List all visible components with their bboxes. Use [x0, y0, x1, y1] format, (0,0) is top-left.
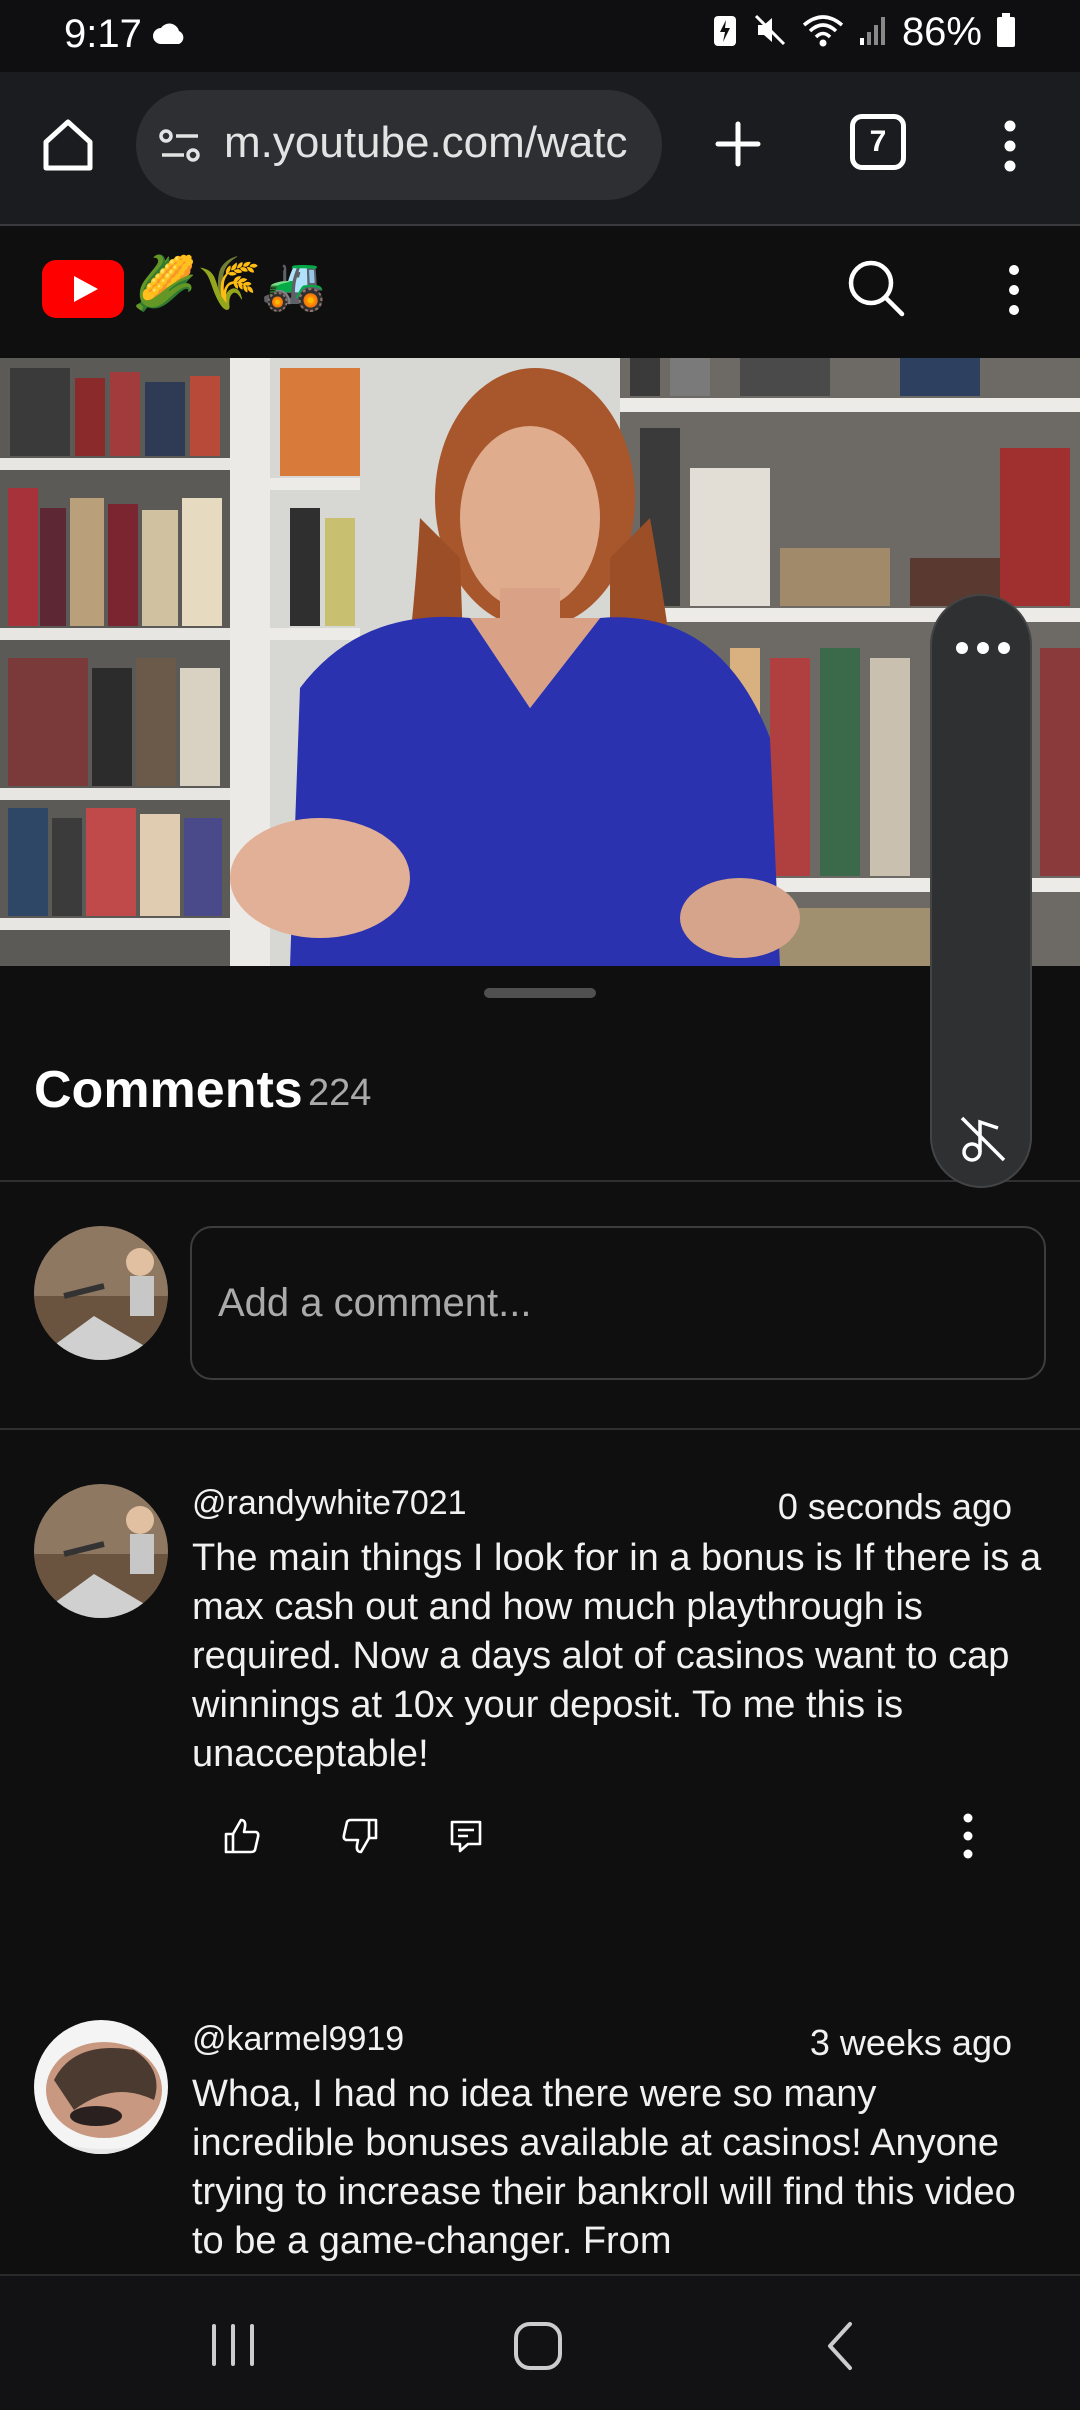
floating-controls-panel[interactable] [930, 594, 1032, 1188]
address-bar[interactable]: m.youtube.com/watc [136, 90, 662, 200]
avatar [34, 1226, 168, 1360]
divider [0, 1180, 1080, 1182]
browser-menu-button[interactable] [990, 118, 1030, 174]
plus-icon [715, 121, 761, 167]
channel-emoji-banner: 🌽🌾🚜 [132, 255, 327, 313]
home-nav-button[interactable] [510, 2320, 566, 2377]
thumbs-down-icon [342, 1818, 378, 1854]
url-text: m.youtube.com/watc [224, 118, 628, 167]
more-vert-icon [963, 1813, 973, 1859]
comments-title: Comments [34, 1061, 303, 1119]
home-icon [43, 119, 93, 171]
tab-switcher-button[interactable]: 7 [850, 114, 906, 170]
site-settings-icon[interactable] [158, 128, 202, 169]
youtube-menu-button[interactable] [1000, 262, 1028, 318]
wifi-icon [802, 13, 844, 52]
comment-actions [192, 1806, 1032, 1866]
signal-icon [858, 14, 888, 51]
music-off-icon[interactable] [958, 1114, 1008, 1169]
reply-icon [450, 1820, 482, 1853]
new-tab-button[interactable] [706, 112, 770, 176]
home-button[interactable] [36, 112, 100, 176]
comments-sheet: Comments 224 @randywhite7021 0 seconds a… [0, 966, 1080, 2274]
comment-text: The main things I look for in a bonus is… [192, 1537, 1042, 1775]
comment-time: 0 seconds ago [777, 1486, 1012, 1527]
more-horiz-icon[interactable] [954, 638, 1012, 663]
comment-item: @randywhite7021 0 seconds ago The main t… [0, 1484, 1080, 1884]
home-nav-icon [514, 2322, 562, 2370]
back-icon [828, 2322, 852, 2370]
comment-item: @karmel9919 3 weeks ago Whoa, I had no i… [0, 2020, 1080, 2280]
youtube-header: 🌽🌾🚜 [0, 226, 1080, 358]
status-icons: 86% [712, 10, 1016, 55]
comments-count: 224 [308, 1072, 372, 1114]
comment-time: 3 weeks ago [809, 2022, 1012, 2063]
avatar[interactable] [34, 1484, 168, 1618]
battery-saver-icon [712, 12, 738, 53]
search-icon [848, 260, 905, 317]
like-button[interactable] [212, 1806, 272, 1866]
mute-icon [752, 12, 788, 53]
comment-author[interactable]: @karmel9919 [192, 2020, 404, 2059]
back-button[interactable] [820, 2320, 860, 2377]
recent-apps-button[interactable] [206, 2320, 260, 2375]
avatar[interactable] [34, 2020, 168, 2154]
dislike-button[interactable] [330, 1806, 390, 1866]
comment-text: Whoa, I had no idea there were so many i… [192, 2073, 1016, 2262]
video-player[interactable] [0, 358, 1080, 966]
more-vert-icon [1004, 120, 1016, 172]
clock: 9:17 [64, 12, 142, 56]
tab-count: 7 [869, 125, 887, 158]
battery-icon [996, 12, 1016, 53]
browser-toolbar: m.youtube.com/watc 7 [0, 72, 1080, 226]
cloud-icon [152, 22, 188, 51]
youtube-logo[interactable] [42, 260, 124, 323]
video-frame [0, 358, 1080, 966]
divider [0, 1428, 1080, 1430]
more-vert-icon [1009, 265, 1019, 315]
comment-input[interactable] [190, 1226, 1046, 1380]
comment-menu-button[interactable] [938, 1806, 998, 1866]
battery-percent: 86% [901, 10, 982, 54]
reply-button[interactable] [436, 1806, 496, 1866]
recent-apps-icon [212, 2324, 254, 2366]
search-button[interactable] [844, 256, 908, 320]
thumbs-up-icon [224, 1818, 260, 1854]
status-bar: 9:17 86% [0, 0, 1080, 72]
drag-handle[interactable] [484, 988, 596, 998]
system-nav-bar [0, 2274, 1080, 2410]
comment-author[interactable]: @randywhite7021 [192, 1484, 467, 1523]
